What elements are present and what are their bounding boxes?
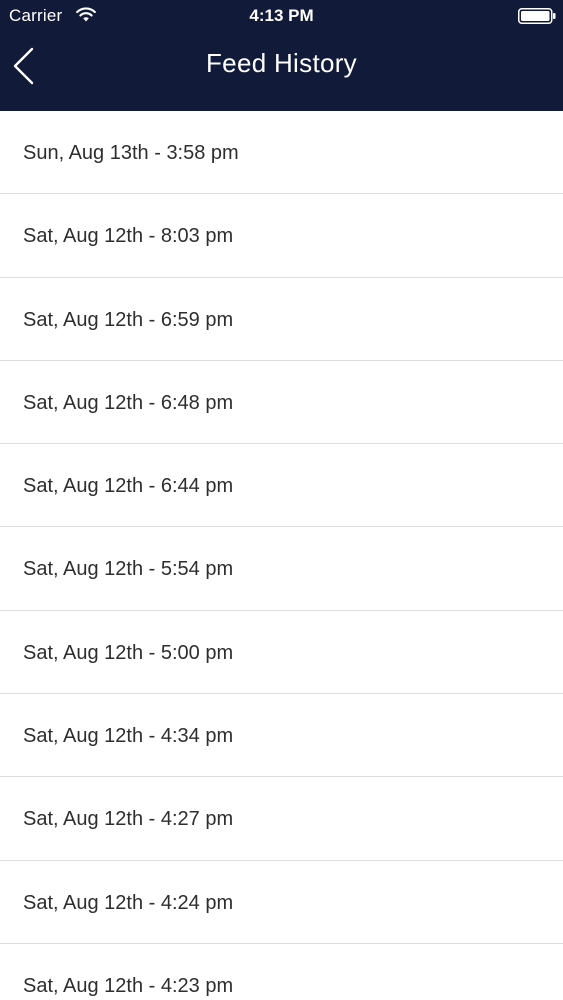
- feed-entry-label: Sat, Aug 12th - 6:59 pm: [23, 308, 234, 331]
- feed-entry-label: Sat, Aug 12th - 5:54 pm: [23, 558, 234, 581]
- feed-entry-label: Sat, Aug 12th - 6:44 pm: [23, 475, 234, 498]
- list-item[interactable]: Sat, Aug 12th - 5:00 pm: [0, 611, 563, 695]
- status-time: 4:13 PM: [249, 6, 314, 25]
- feed-entry-label: Sat, Aug 12th - 5:00 pm: [23, 641, 234, 664]
- list-item[interactable]: Sat, Aug 12th - 6:44 pm: [0, 444, 563, 528]
- list-item[interactable]: Sat, Aug 12th - 4:27 pm: [0, 777, 563, 861]
- list-item[interactable]: Sat, Aug 12th - 4:24 pm: [0, 861, 563, 944]
- list-item[interactable]: Sat, Aug 12th - 6:48 pm: [0, 361, 563, 445]
- page-title: Feed History: [206, 48, 357, 78]
- feed-entry-label: Sat, Aug 12th - 6:48 pm: [23, 391, 234, 414]
- feed-history-list[interactable]: Sun, Aug 13th - 3:58 pm Sat, Aug 12th - …: [0, 111, 563, 1000]
- feed-entry-label: Sat, Aug 12th - 4:34 pm: [23, 725, 234, 748]
- feed-entry-label: Sat, Aug 12th - 4:24 pm: [23, 891, 234, 914]
- list-item[interactable]: Sat, Aug 12th - 4:34 pm: [0, 694, 563, 778]
- list-item[interactable]: Sun, Aug 13th - 3:58 pm: [0, 111, 563, 195]
- status-bar: Carrier 4:13 PM: [0, 0, 563, 32]
- list-item[interactable]: Sat, Aug 12th - 6:59 pm: [0, 278, 563, 361]
- list-item[interactable]: Sat, Aug 12th - 8:03 pm: [0, 194, 563, 278]
- list-item[interactable]: Sat, Aug 12th - 4:23 pm: [0, 944, 563, 1000]
- feed-entry-label: Sat, Aug 12th - 4:27 pm: [23, 808, 234, 831]
- list-item[interactable]: Sat, Aug 12th - 5:54 pm: [0, 527, 563, 611]
- feed-entry-label: Sat, Aug 12th - 8:03 pm: [23, 225, 234, 248]
- battery-icon: [518, 8, 556, 24]
- navigation-bar: Carrier 4:13 PM Feed History: [0, 0, 563, 111]
- feed-entry-label: Sat, Aug 12th - 4:23 pm: [23, 974, 234, 997]
- feed-entry-label: Sun, Aug 13th - 3:58 pm: [23, 142, 239, 164]
